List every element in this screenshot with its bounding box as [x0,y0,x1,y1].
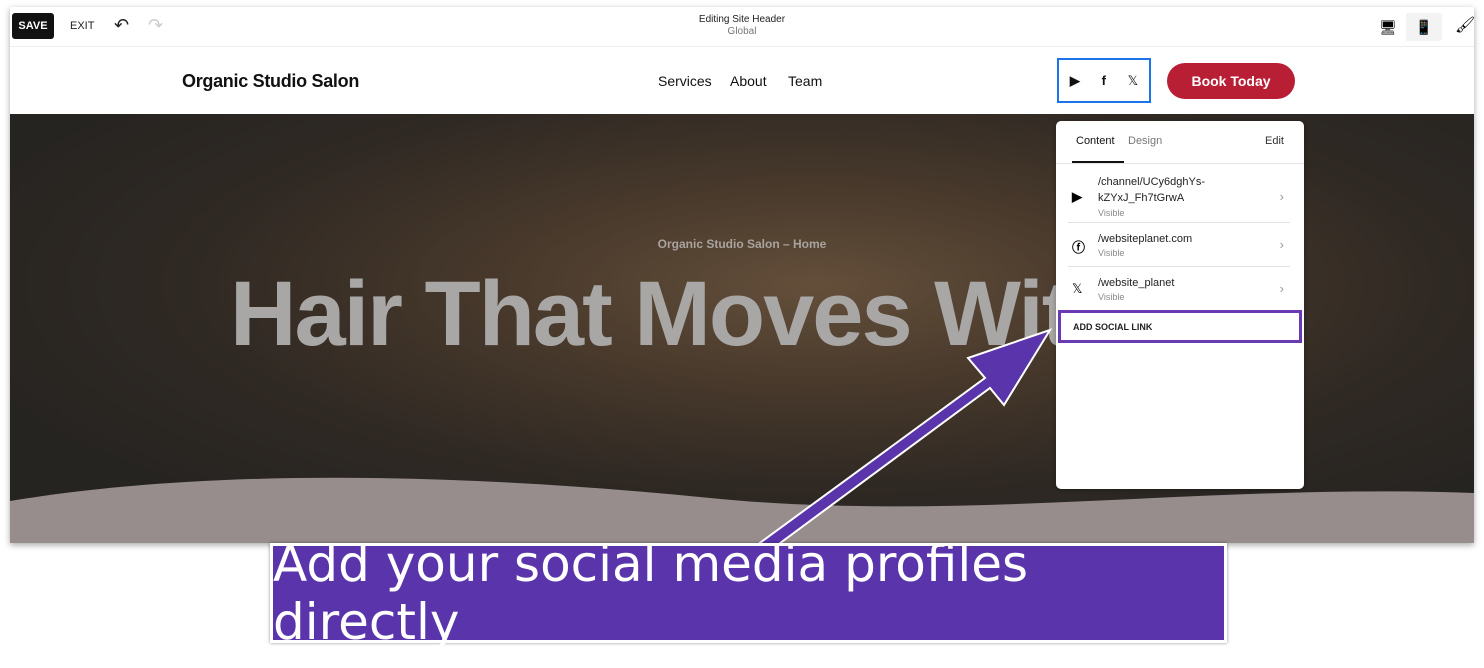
desktop-icon[interactable]: 🖥 [1370,13,1406,41]
x-icon[interactable]: 𝕏 [1128,73,1138,89]
nav-team[interactable]: Team [788,73,822,89]
social-link-item[interactable]: ⓕ /websiteplanet.com Visible › [1068,223,1290,267]
link-url: /website_planet [1098,277,1175,289]
mobile-icon[interactable]: 📱 [1406,13,1442,41]
editing-label: Editing Site Header [698,14,786,25]
editing-scope: Global [727,26,757,37]
paintbrush-icon[interactable]: 🖌 [1455,15,1474,35]
chevron-right-icon: › [1279,281,1284,296]
callout-banner: Add your social media profiles directly [270,535,1227,651]
nav-about[interactable]: About [730,73,767,89]
chevron-right-icon: › [1279,189,1284,204]
social-links-panel: Content Design Edit ▶ /channel/UCy6dghYs… [1056,121,1304,489]
x-icon: 𝕏 [1072,281,1083,296]
device-switcher: 🖥 📱 [1370,13,1442,41]
youtube-icon[interactable]: ▶ [1070,73,1080,89]
link-status: Visible [1098,292,1125,302]
book-today-button[interactable]: Book Today [1167,63,1295,99]
editor-window: SAVE EXIT ↶ ↷ Editing Site Header Global… [10,7,1474,543]
social-link-item[interactable]: ▶ /channel/UCy6dghYs-kZYxJ_Fh7tGrwA Visi… [1068,171,1290,223]
edit-button[interactable]: Edit [1265,135,1284,147]
youtube-icon: ▶ [1072,189,1082,204]
hero-title: Hair That Moves With [230,263,1127,365]
editor-toolbar: SAVE EXIT ↶ ↷ Editing Site Header Global… [10,7,1474,47]
site-header[interactable]: Organic Studio Salon Services About Team… [10,47,1474,114]
social-links-block[interactable]: ▶ f 𝕏 [1057,58,1151,103]
link-url: /channel/UCy6dghYs-kZYxJ_Fh7tGrwA [1098,176,1206,204]
link-url: /websiteplanet.com [1098,233,1193,245]
social-link-item[interactable]: 𝕏 /website_planet Visible › [1068,267,1290,309]
tab-design[interactable]: Design [1128,135,1162,147]
tab-content[interactable]: Content [1076,135,1115,147]
add-social-link-button[interactable]: ADD SOCIAL LINK [1058,310,1302,343]
chevron-right-icon: › [1279,237,1284,252]
facebook-icon: ⓕ [1072,240,1086,255]
link-status: Visible [1098,248,1125,258]
site-logo[interactable]: Organic Studio Salon [182,71,359,92]
editing-title: Editing Site Header Global [10,14,1474,38]
facebook-icon[interactable]: f [1102,73,1106,88]
nav-services[interactable]: Services [658,73,712,89]
link-status: Visible [1098,208,1125,218]
